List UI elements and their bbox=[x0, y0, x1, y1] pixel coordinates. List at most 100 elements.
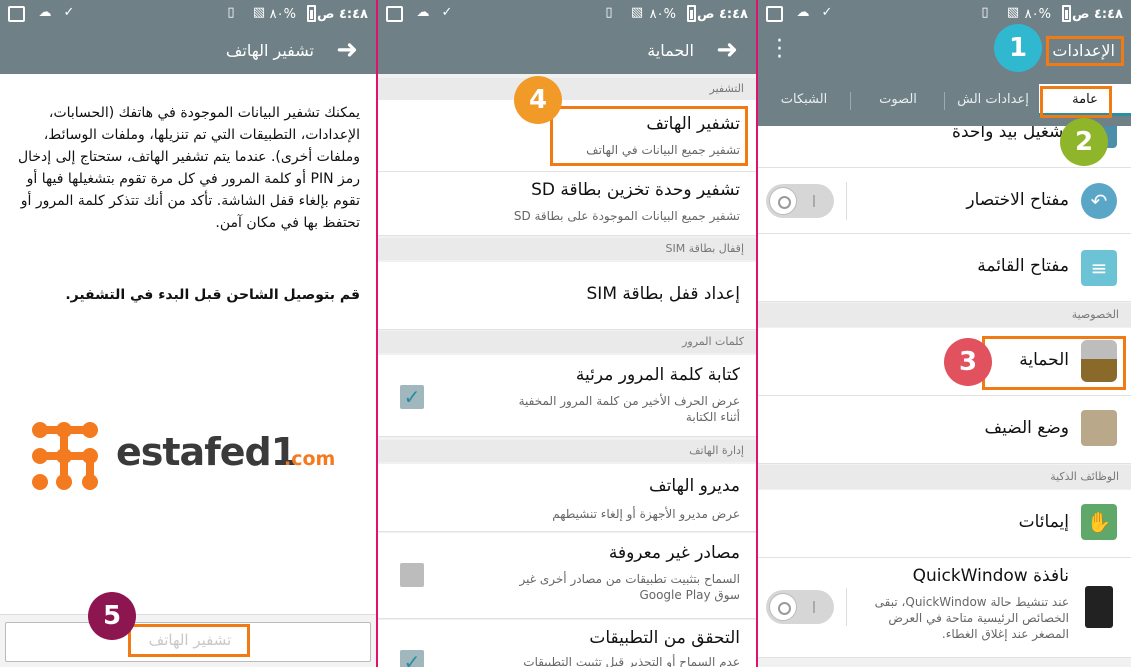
list-item-quickwindow[interactable]: نافذة QuickWindow عند تنشيط حالة QuickWi… bbox=[758, 558, 1131, 658]
status-bar: ☁ ✓ ▯ ▧ %٨٠ ٤:٤٨ ص bbox=[378, 0, 756, 30]
clock: ٤:٤٨ ص bbox=[316, 7, 368, 22]
tab-separator bbox=[850, 92, 851, 110]
battery-icon bbox=[687, 5, 696, 22]
item-title: وضع الضيف bbox=[984, 418, 1069, 438]
battery-icon bbox=[307, 5, 316, 22]
item-title: التحقق من التطبيقات bbox=[589, 628, 740, 648]
item-title: تشفير وحدة تخزين بطاقة SD bbox=[531, 180, 740, 200]
list-item-gestures[interactable]: ✋ إيمائات bbox=[758, 490, 1131, 558]
item-subtitle: عند تنشيط حالة QuickWindow، تبقى الخصائص… bbox=[874, 595, 1069, 641]
step-1-highlight bbox=[1046, 36, 1124, 66]
tab-display[interactable]: إعدادات الش bbox=[951, 84, 1035, 116]
list-item-unknown-sources[interactable]: مصادر غير معروفة السماح بتثبيت تطبيقات م… bbox=[378, 533, 756, 619]
section-privacy: الخصوصية bbox=[758, 303, 1131, 327]
logo-mark-icon bbox=[32, 422, 98, 490]
step-3-highlight bbox=[982, 336, 1126, 390]
step-5-badge: 5 bbox=[88, 592, 136, 640]
battery-percent: %٨٠ bbox=[269, 7, 296, 22]
step-2-highlight bbox=[1040, 86, 1112, 118]
settings-screen: ☁ ✓ ▯ ▧ %٨٠ ٤:٤٨ ص · · · الإعدادات عامة إع… bbox=[758, 0, 1131, 667]
overflow-menu-icon[interactable]: · · · bbox=[776, 31, 783, 69]
quickwindow-icon bbox=[1085, 586, 1113, 628]
battery-percent: %٨٠ bbox=[649, 7, 676, 22]
logo-text: estafed1 bbox=[116, 430, 297, 474]
quickwindow-toggle[interactable] bbox=[766, 590, 834, 624]
list-item-shortcut-key[interactable]: ↶ مفتاح الاختصار bbox=[758, 168, 1131, 234]
item-title: مفتاح القائمة bbox=[977, 256, 1069, 276]
list-item-sim-lock[interactable]: إعداد قفل بطاقة SIM bbox=[378, 262, 756, 330]
item-title: إيمائات bbox=[1018, 512, 1069, 532]
security-screen: ☁ ✓ ▯ ▧ %٨٠ ٤:٤٨ ص ➜ الحماية التشفير تشف… bbox=[378, 0, 756, 667]
step-3-badge: 3 bbox=[944, 338, 992, 386]
list-item-visible-password[interactable]: كتابة كلمة المرور مرئية عرض الحرف الأخير… bbox=[378, 355, 756, 437]
list-item-encrypt-sd[interactable]: تشفير وحدة تخزين بطاقة SD تشفير جميع الب… bbox=[378, 172, 756, 236]
step-1-badge: 1 bbox=[994, 24, 1042, 72]
divider bbox=[846, 182, 847, 220]
check-icon: ✓ bbox=[821, 5, 833, 20]
logo-tld: .com bbox=[284, 448, 336, 470]
step-2-badge: 2 bbox=[1060, 118, 1108, 166]
item-subtitle: تشفير جميع البيانات الموجودة على بطاقة S… bbox=[513, 209, 740, 223]
item-subtitle: السماح بتثبيت تطبيقات من مصادر أخرى غير … bbox=[519, 572, 740, 602]
guest-mode-icon bbox=[1081, 410, 1117, 446]
item-title: تشغيل بيد واحدة bbox=[952, 126, 1069, 142]
step-4-highlight bbox=[550, 106, 748, 166]
vibrate-icon: ▯ bbox=[981, 5, 989, 20]
shortcut-key-icon: ↶ bbox=[1081, 183, 1117, 219]
list-item-verify-apps[interactable]: التحقق من التطبيقات عدم السماح أو التحذي… bbox=[378, 620, 756, 667]
check-icon: ✓ bbox=[63, 5, 75, 20]
back-arrow-icon[interactable]: ➜ bbox=[336, 36, 358, 64]
tab-separator bbox=[944, 92, 945, 110]
vibrate-icon: ▯ bbox=[605, 5, 613, 20]
list-item-device-admins[interactable]: مديرو الهاتف عرض مديرو الأجهزة أو إلغاء … bbox=[378, 464, 756, 532]
clock: ٤:٤٨ ص bbox=[1071, 7, 1123, 22]
no-sim-icon: ▧ bbox=[252, 5, 266, 20]
back-arrow-icon[interactable]: ➜ bbox=[716, 36, 738, 64]
item-title: مفتاح الاختصار bbox=[966, 190, 1069, 210]
no-sim-icon: ▧ bbox=[630, 5, 644, 20]
section-sim-lock: إقفال بطاقة SIM bbox=[378, 238, 756, 260]
cloud-upload-icon: ☁ bbox=[796, 5, 810, 20]
encryption-description: يمكنك تشفير البيانات الموجودة في هاتفك (… bbox=[17, 105, 360, 231]
item-title: نافذة QuickWindow bbox=[912, 566, 1069, 586]
page-title: الحماية bbox=[647, 41, 694, 60]
check-icon: ✓ bbox=[441, 5, 453, 20]
action-bar: ➜ الحماية bbox=[378, 30, 756, 74]
action-bar: ➜ تشفير الهاتف bbox=[0, 30, 376, 74]
verify-apps-checkbox[interactable]: ✓ bbox=[400, 650, 424, 667]
page-title: تشفير الهاتف bbox=[225, 41, 314, 60]
item-title: مديرو الهاتف bbox=[648, 476, 740, 496]
step-4-badge: 4 bbox=[514, 76, 562, 124]
section-device-admin: إدارة الهاتف bbox=[378, 440, 756, 462]
gallery-icon bbox=[766, 6, 783, 22]
encryption-confirm-screen: ☁ ✓ ▯ ▧ %٨٠ ٤:٤٨ ص ➜ تشفير الهاتف يمكنك … bbox=[0, 0, 376, 667]
tab-sound[interactable]: الصوت bbox=[853, 84, 943, 116]
cloud-upload-icon: ☁ bbox=[416, 5, 430, 20]
item-subtitle: عدم السماح أو التحذير قبل تثبيت التطبيقا… bbox=[523, 655, 740, 667]
tab-networks[interactable]: الشبكات bbox=[759, 84, 849, 116]
clock: ٤:٤٨ ص bbox=[696, 7, 748, 22]
item-subtitle: عرض مديرو الأجهزة أو إلغاء تنشيطهم bbox=[552, 507, 740, 521]
list-item-menu-key[interactable]: ≡ مفتاح القائمة bbox=[758, 234, 1131, 302]
gallery-icon bbox=[8, 6, 25, 22]
status-bar: ☁ ✓ ▯ ▧ %٨٠ ٤:٤٨ ص bbox=[758, 0, 1131, 30]
gesture-hand-icon: ✋ bbox=[1081, 504, 1117, 540]
list-item-guest-mode[interactable]: وضع الضيف bbox=[758, 396, 1131, 464]
unknown-sources-checkbox[interactable] bbox=[400, 563, 424, 587]
shortcut-key-toggle[interactable] bbox=[766, 184, 834, 218]
section-passwords: كلمات المرور bbox=[378, 331, 756, 353]
item-subtitle: عرض الحرف الأخير من كلمة المرور المخفية … bbox=[518, 394, 740, 424]
battery-percent: %٨٠ bbox=[1024, 7, 1051, 22]
charger-note: قم بتوصيل الشاحن قبل البدء في التشفير. bbox=[65, 287, 360, 303]
menu-key-icon: ≡ bbox=[1081, 250, 1117, 286]
section-encryption: التشفير bbox=[378, 78, 756, 100]
divider bbox=[846, 588, 847, 626]
estafed-logo: estafed1 .com bbox=[28, 418, 358, 496]
item-title: مصادر غير معروفة bbox=[608, 543, 740, 563]
cloud-upload-icon: ☁ bbox=[38, 5, 52, 20]
visible-password-checkbox[interactable]: ✓ bbox=[400, 385, 424, 409]
battery-icon bbox=[1062, 5, 1071, 22]
no-sim-icon: ▧ bbox=[1006, 5, 1020, 20]
step-5-highlight bbox=[128, 624, 250, 657]
item-title: كتابة كلمة المرور مرئية bbox=[575, 365, 740, 385]
